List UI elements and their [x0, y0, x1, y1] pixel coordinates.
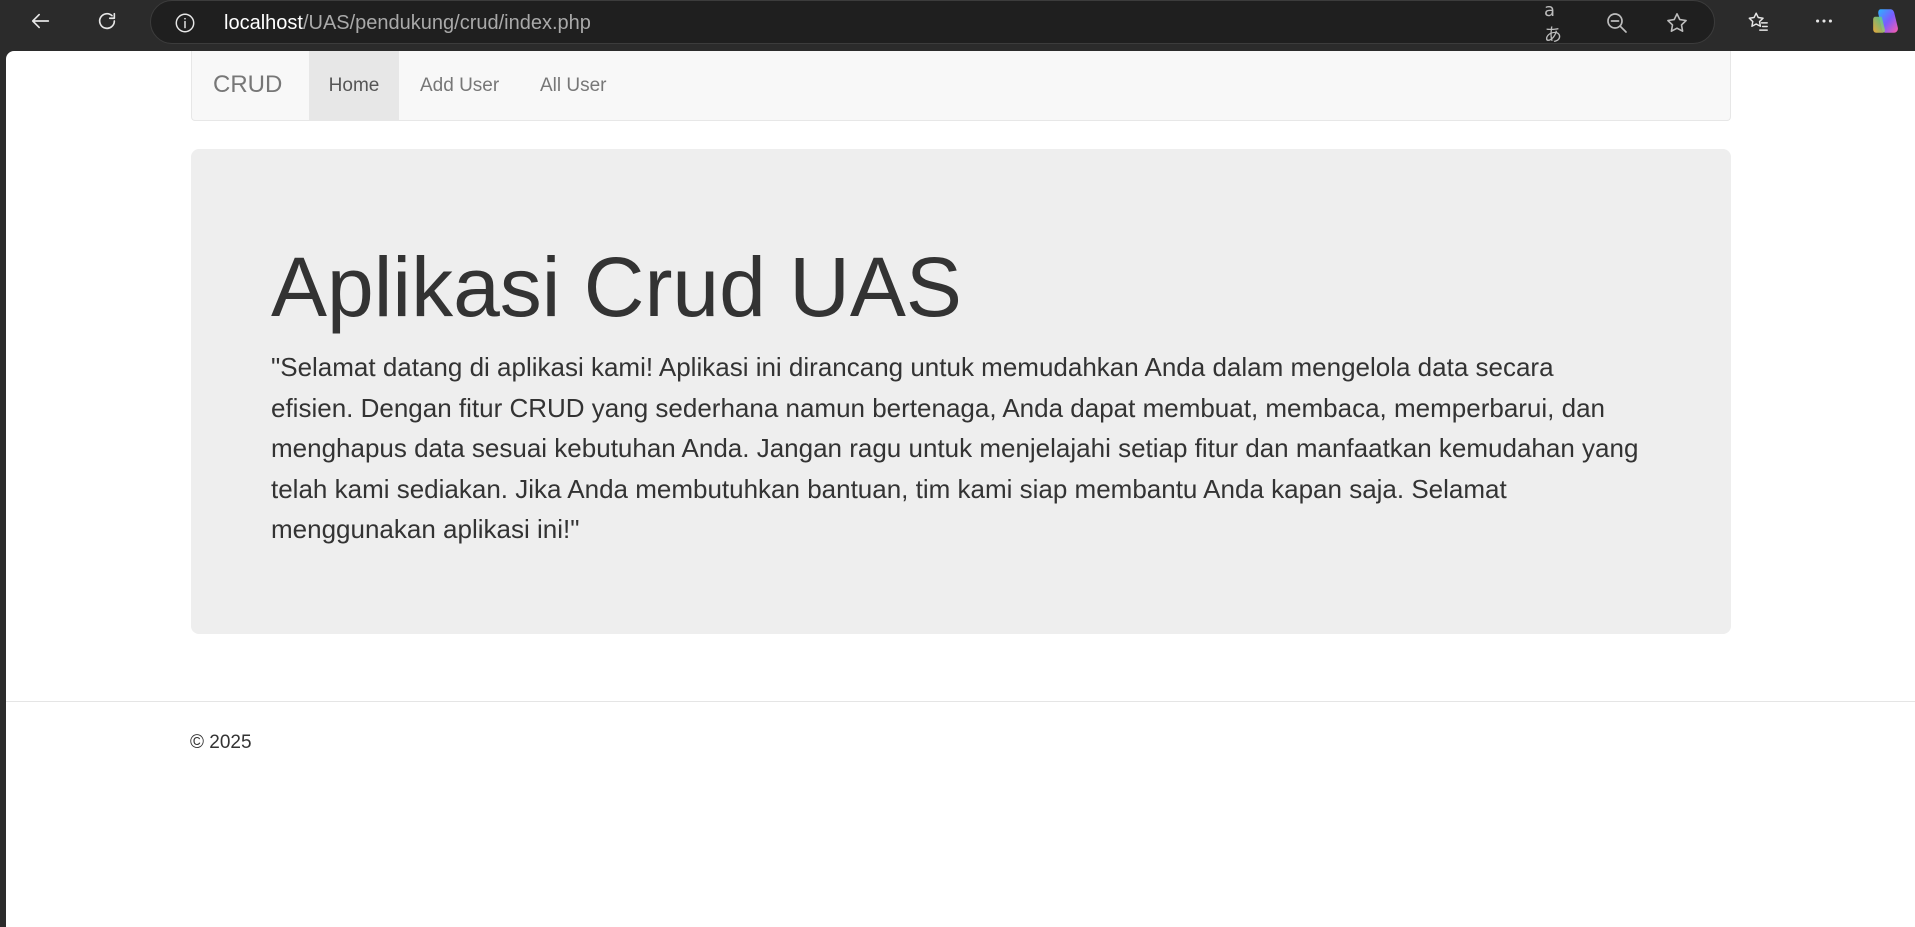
footer-divider: [6, 701, 1915, 702]
jumbotron: Aplikasi Crud UAS "Selamat datang di apl…: [191, 149, 1731, 634]
star-icon[interactable]: [1664, 10, 1690, 36]
address-bar[interactable]: localhost/UAS/pendukung/crud/index.php a…: [150, 0, 1715, 46]
favorites-button[interactable]: [1740, 3, 1776, 39]
url-text[interactable]: localhost/UAS/pendukung/crud/index.php: [224, 11, 591, 35]
nav-item-all-user[interactable]: All User: [520, 51, 627, 120]
footer-copyright: © 2025: [190, 732, 252, 753]
copilot-button[interactable]: [1868, 3, 1904, 39]
nav-item-add-user[interactable]: Add User: [400, 51, 519, 120]
browser-toolbar: localhost/UAS/pendukung/crud/index.php a…: [0, 0, 1915, 46]
navbar-brand[interactable]: CRUD: [213, 71, 282, 99]
nav-item-home[interactable]: Home: [309, 51, 399, 120]
favorites-icon: [1748, 12, 1768, 31]
more-icon: [1816, 19, 1832, 23]
back-arrow-icon: [31, 13, 50, 29]
welcome-text: "Selamat datang di aplikasi kami! Aplika…: [271, 352, 1639, 544]
more-button[interactable]: [1806, 3, 1842, 39]
url-path: /UAS/pendukung/crud/index.php: [302, 12, 591, 34]
reload-icon: [98, 12, 116, 30]
url-host: localhost: [224, 12, 303, 34]
navbar: CRUD Home Add User All User: [191, 51, 1731, 121]
info-icon[interactable]: [173, 11, 197, 35]
translate-icon[interactable]: aあ: [1544, 0, 1570, 46]
zoom-out-icon[interactable]: [1604, 10, 1630, 36]
page-title: Aplikasi Crud UAS: [271, 240, 962, 334]
page-viewport: CRUD Home Add User All User Aplikasi Cru…: [6, 51, 1915, 927]
back-button[interactable]: [23, 3, 59, 39]
reload-button[interactable]: [89, 3, 125, 39]
copilot-icon: [1873, 9, 1898, 33]
